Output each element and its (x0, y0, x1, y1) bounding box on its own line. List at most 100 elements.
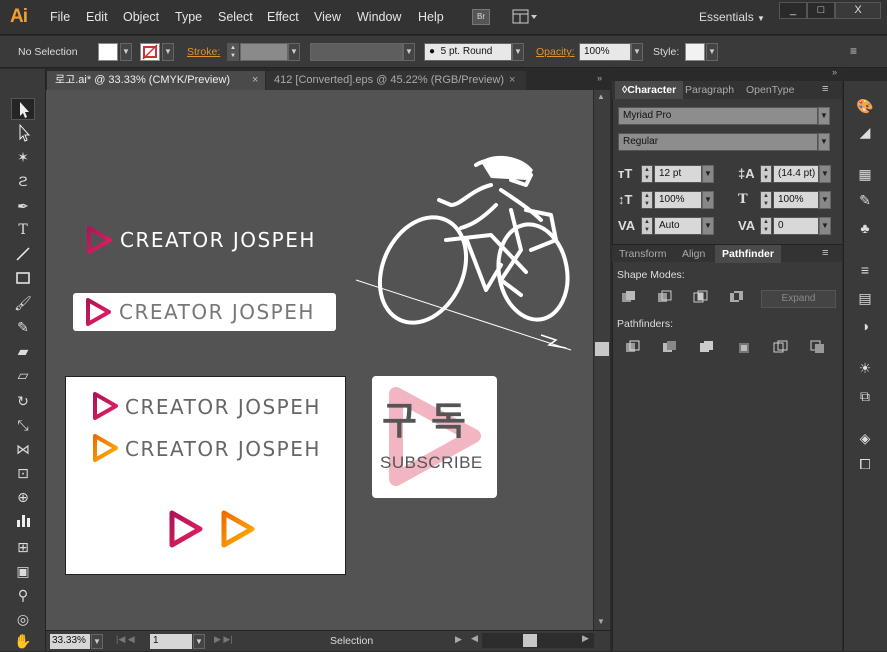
last-artboard-icon[interactable]: ▶ ▶| (214, 634, 233, 645)
collapse-panel-icon[interactable]: » (832, 67, 837, 77)
selection-tool-icon[interactable] (11, 98, 35, 120)
minimize-button[interactable]: _ (779, 2, 807, 19)
font-size-dropdown[interactable]: ▼ (702, 165, 714, 183)
tracking-dropdown[interactable]: ▼ (819, 217, 831, 235)
gradient-panel-icon[interactable]: ▤ (855, 288, 875, 308)
stroke-weight-stepper[interactable]: ▲ ▼ (227, 43, 239, 61)
close-button[interactable]: X (835, 2, 881, 19)
menu-select[interactable]: Select (218, 10, 253, 24)
brush-definition[interactable]: ● 5 pt. Round (424, 43, 512, 61)
tab-opentype[interactable]: OpenType (739, 81, 801, 99)
tracking-stepper[interactable]: ▲ ▼ (760, 217, 772, 235)
variable-width-profile[interactable] (310, 43, 403, 61)
brush-dropdown[interactable]: ▼ (512, 43, 524, 61)
artboard-number-input[interactable]: 1 (150, 634, 192, 649)
lasso-tool-icon[interactable]: ϩ (11, 170, 35, 192)
color-guide-icon[interactable]: ◢ (855, 122, 875, 142)
artboard-wordmarks[interactable]: CREATOR JOSPEH CREATOR JOSPEH (65, 376, 346, 575)
graphic-style-swatch[interactable] (685, 43, 705, 61)
control-menu-icon[interactable]: ≡ (850, 44, 857, 58)
menu-view[interactable]: View (314, 10, 341, 24)
canvas-area[interactable]: CREATOR JOSPEH CREATOR JOSPEH CREATOR JO… (46, 90, 593, 630)
rotate-tool-icon[interactable]: ↻ (11, 390, 35, 412)
scroll-up-icon[interactable]: ▲ (597, 92, 605, 101)
horizontal-scroll-thumb[interactable] (523, 634, 537, 647)
tab-character[interactable]: ◊Character (615, 81, 684, 99)
menu-effect[interactable]: Effect (267, 10, 299, 24)
symbols-icon[interactable]: ♣ (855, 218, 875, 238)
color-palette-icon[interactable]: 🎨 (855, 96, 875, 116)
font-size-stepper[interactable]: ▲ ▼ (641, 165, 653, 183)
pencil-tool-icon[interactable]: ✎ (11, 316, 35, 338)
menu-type[interactable]: Type (175, 10, 202, 24)
opacity-input[interactable]: 100% (579, 43, 631, 61)
eraser-tool-icon[interactable]: ▱ (11, 364, 35, 386)
horizontal-scale-input[interactable]: 100% (773, 191, 819, 209)
artboard-dropdown[interactable]: ▼ (193, 634, 205, 649)
scroll-left-icon[interactable]: ◀ (471, 633, 478, 644)
direct-selection-tool-icon[interactable] (11, 122, 35, 144)
font-style-dropdown[interactable]: ▼ (818, 133, 830, 151)
leading-input[interactable]: (14.4 pt) (773, 165, 819, 183)
line-tool-icon[interactable] (11, 244, 35, 266)
blend-tool-icon[interactable]: ◎ (11, 608, 35, 630)
scroll-right-icon[interactable]: ▶ (582, 633, 589, 644)
font-style-field[interactable]: Regular (618, 133, 818, 151)
stroke-panel-icon[interactable]: ≡ (855, 260, 875, 280)
pathfinder-buttons[interactable] (625, 340, 830, 356)
fill-swatch[interactable] (98, 43, 118, 61)
workspace-switcher[interactable]: Essentials ▼ (699, 10, 765, 24)
opacity-dropdown[interactable]: ▼ (631, 43, 643, 61)
tab-pathfinder[interactable]: Pathfinder (715, 245, 781, 263)
close-tab-icon[interactable]: × (252, 71, 258, 89)
menu-help[interactable]: Help (418, 10, 444, 24)
graphic-styles-icon[interactable]: ⧉ (855, 386, 875, 406)
tab-paragraph[interactable]: Paragraph (678, 81, 741, 99)
opacity-label[interactable]: Opacity: (536, 46, 575, 58)
scroll-down-icon[interactable]: ▼ (597, 617, 605, 626)
menu-edit[interactable]: Edit (86, 10, 108, 24)
tab-overflow-icon[interactable]: » (597, 73, 602, 83)
layers-icon[interactable]: ◈ (855, 428, 875, 448)
logo-wordmark-gray-bg[interactable] (84, 225, 114, 258)
menu-object[interactable]: Object (123, 10, 159, 24)
artboards-icon[interactable]: ⧠ (855, 454, 875, 474)
bridge-button[interactable]: Br (472, 9, 490, 25)
hand-tool-icon[interactable]: ✋ (11, 630, 35, 652)
leading-dropdown[interactable]: ▼ (819, 165, 831, 183)
swatches-icon[interactable]: ▦ (855, 164, 875, 184)
brushes-icon[interactable]: ✎ (855, 190, 875, 210)
blob-brush-tool-icon[interactable]: ▰ (11, 340, 35, 362)
stroke-label[interactable]: Stroke: (187, 46, 220, 58)
font-family-dropdown[interactable]: ▼ (818, 107, 830, 125)
tab-align[interactable]: Align (675, 245, 712, 263)
paintbrush-tool-icon[interactable]: 🖌 (11, 292, 35, 314)
horizontal-scale-dropdown[interactable]: ▼ (819, 191, 831, 209)
horizontal-scale-stepper[interactable]: ▲ ▼ (760, 191, 772, 209)
kerning-dropdown[interactable]: ▼ (702, 217, 714, 235)
scale-tool-icon[interactable]: ⤡ (11, 414, 35, 436)
tracking-input[interactable]: 0 (773, 217, 819, 235)
menu-file[interactable]: File (50, 10, 70, 24)
tab-transform[interactable]: Transform (612, 245, 673, 263)
transparency-icon[interactable]: ◑ (855, 316, 875, 336)
stroke-dropdown[interactable]: ▼ (162, 43, 174, 61)
zoom-dropdown[interactable]: ▼ (91, 634, 103, 649)
graphic-style-dropdown[interactable]: ▼ (706, 43, 718, 61)
subscribe-badge[interactable]: 구독 SUBSCRIBE (372, 376, 497, 498)
shape-modes-buttons[interactable] (621, 290, 751, 306)
shape-builder-tool-icon[interactable]: ⊕ (11, 486, 35, 508)
expand-button[interactable]: Expand (761, 290, 836, 308)
horizontal-scrollbar[interactable] (482, 633, 594, 648)
panel-menu-icon[interactable]: ≡ (822, 247, 828, 259)
pen-tool-icon[interactable]: ✒ (11, 195, 35, 217)
panel-menu-icon[interactable]: ≡ (822, 83, 828, 95)
vertical-scroll-thumb[interactable] (595, 342, 609, 356)
vertical-scrollbar[interactable]: ▲ ▼ (593, 90, 610, 630)
eyedropper-tool-icon[interactable]: ⚲ (11, 584, 35, 606)
type-tool-icon[interactable]: T (11, 219, 35, 241)
kerning-input[interactable]: Auto (654, 217, 702, 235)
appearance-icon[interactable]: ☀ (855, 358, 875, 378)
gradient-tool-icon[interactable]: ▣ (11, 560, 35, 582)
status-menu-arrow-icon[interactable]: ▶ (455, 634, 462, 645)
